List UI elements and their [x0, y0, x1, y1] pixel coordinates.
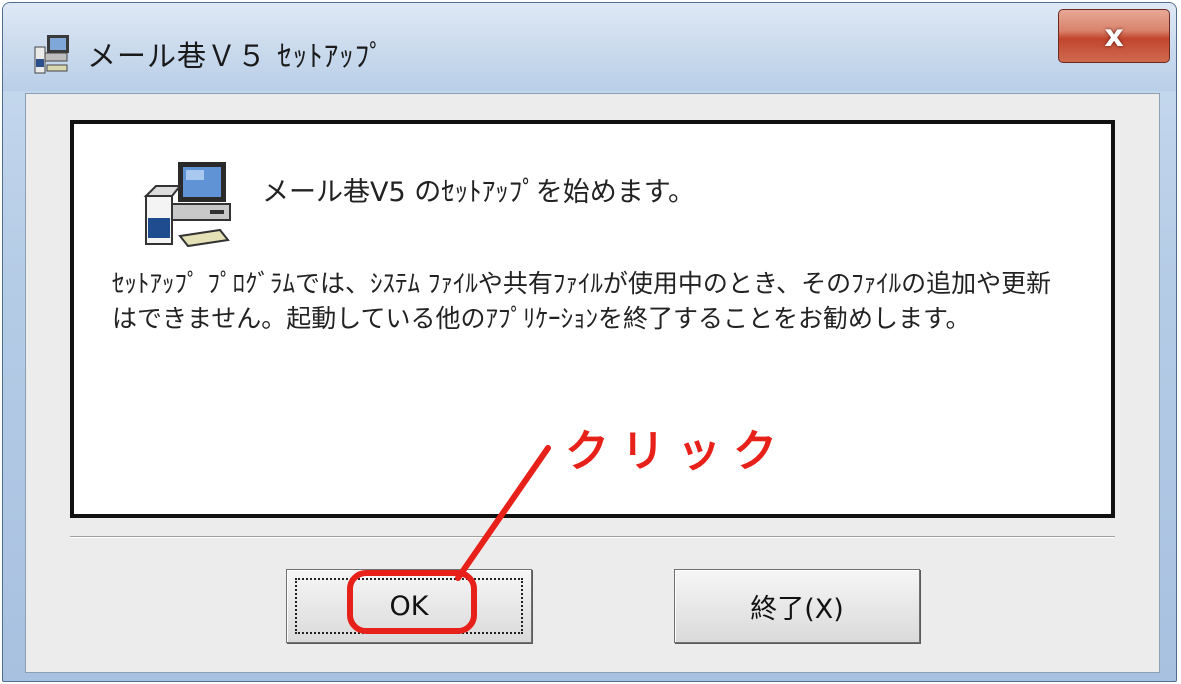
setup-heading: メール巷V5 のｾｯﾄｱｯﾌﾟを始めます。 [262, 177, 696, 208]
separator-line [70, 536, 1115, 538]
setup-dialog-window: メール巷Ｖ５ ｾｯﾄｱｯﾌﾟ x メール巷V5 のｾｯﾄｱｯﾌﾟを始めます。 ｾ… [2, 2, 1177, 682]
exit-button-label: 終了(X) [750, 593, 844, 625]
close-icon: x [1104, 18, 1124, 54]
setup-app-icon [34, 35, 69, 74]
setup-message: ｾｯﾄｱｯﾌﾟ ﾌﾟﾛｸﾞﾗﾑでは、ｼｽﾃﾑ ﾌｧｲﾙや共有ﾌｧｲﾙが使用中のと… [112, 269, 1052, 333]
ok-button[interactable]: OK [286, 569, 532, 643]
title-bar[interactable]: メール巷Ｖ５ ｾｯﾄｱｯﾌﾟ x [3, 3, 1176, 91]
close-button[interactable]: x [1058, 9, 1170, 63]
message-panel: メール巷V5 のｾｯﾄｱｯﾌﾟを始めます。 ｾｯﾄｱｯﾌﾟ ﾌﾟﾛｸﾞﾗﾑでは、… [70, 120, 1115, 518]
dialog-client-area: メール巷V5 のｾｯﾄｱｯﾌﾟを始めます。 ｾｯﾄｱｯﾌﾟ ﾌﾟﾛｸﾞﾗﾑでは、… [25, 93, 1160, 673]
exit-button[interactable]: 終了(X) [674, 569, 920, 643]
computer-setup-icon [143, 162, 231, 248]
focus-rectangle [295, 578, 523, 634]
click-annotation-label: クリック [557, 424, 845, 480]
window-title: メール巷Ｖ５ ｾｯﾄｱｯﾌﾟ [87, 39, 385, 73]
